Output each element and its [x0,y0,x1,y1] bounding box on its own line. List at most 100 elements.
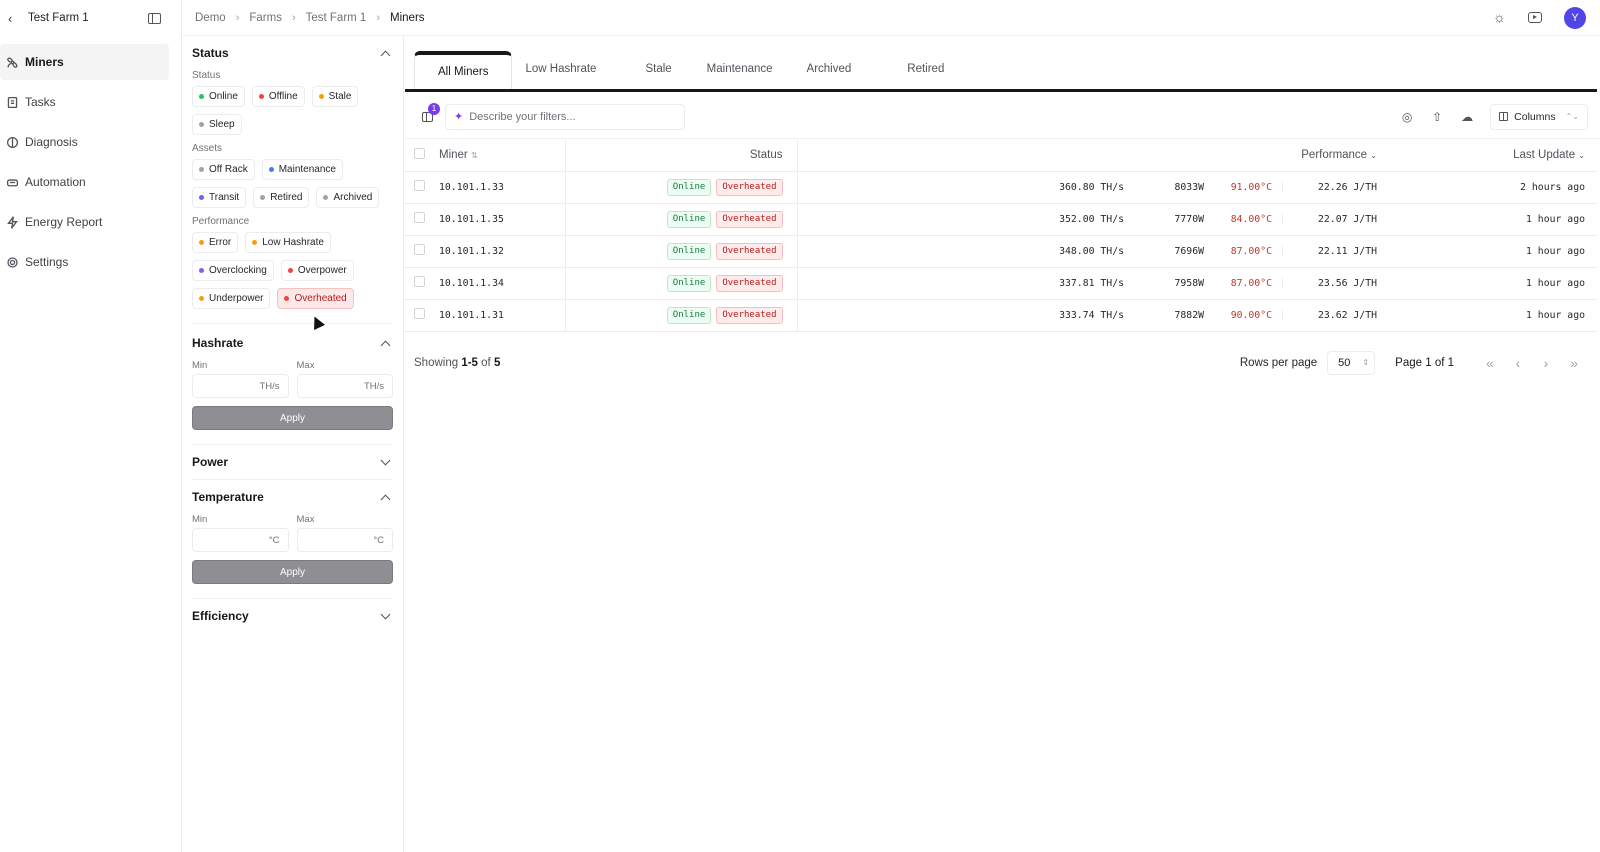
tab-low-hashrate[interactable]: Low Hashrate [512,49,609,89]
row-select-cell [405,235,437,268]
page-info: Page 1 of 1 [1395,356,1454,369]
miner-ip[interactable]: 10.101.1.35 [437,203,566,236]
performance-header[interactable]: Performance ⌄ [797,139,1389,172]
sidebar-toggle-icon[interactable] [148,12,161,24]
row-checkbox[interactable] [414,244,425,255]
tab-archived[interactable]: Archived [801,49,890,89]
table-row[interactable]: 10.101.1.34 Online Overheated 337.81 TH/s 79… [405,267,1597,300]
chip-archived[interactable]: Archived [316,187,380,208]
miner-ip[interactable]: 10.101.1.33 [437,171,566,204]
miner-ip[interactable]: 10.101.1.31 [437,299,566,332]
temperature-min-input[interactable]: °C [192,528,289,552]
temperature-filter-header[interactable]: Temperature [192,480,393,514]
tab-stale[interactable]: Stale [609,49,699,89]
row-checkbox[interactable] [414,180,425,191]
chip-stale[interactable]: Stale [311,86,359,107]
status-dot [199,240,204,245]
efficiency-filter-header[interactable]: Efficiency [192,599,393,633]
miner-ip[interactable]: 10.101.1.34 [437,267,566,300]
chevron-down-icon[interactable] [380,455,391,466]
chip-offline[interactable]: Offline [251,86,305,107]
chip-overheated[interactable]: Overheated [277,288,354,309]
chevron-left-icon[interactable]: ‹ [8,11,22,26]
chip-maintenance[interactable]: Maintenance [261,159,343,180]
chip-label: Overpower [297,265,347,276]
unit-label: TH/s [363,380,384,392]
row-checkbox[interactable] [414,276,425,287]
ai-filter-input[interactable]: ✦ Describe your filters... [445,103,685,130]
last-update-header[interactable]: Last Update ⌄ [1389,139,1597,172]
sun-icon[interactable]: ☼ [1493,10,1506,24]
hashrate-max-input[interactable]: TH/s [296,374,393,398]
chevron-down-icon[interactable] [380,609,391,620]
breadcrumb-item[interactable]: Test Farm 1 [306,12,367,24]
cloud-download-icon[interactable]: ☁ [1460,110,1474,124]
status-dot [199,296,204,301]
chip-transit[interactable]: Transit [192,187,247,208]
chevron-up-icon[interactable] [380,50,391,60]
table-row[interactable]: 10.101.1.32 Online Overheated 348.00 TH/s 76… [405,235,1597,268]
video-icon[interactable] [1528,12,1542,23]
chip-label: Stale [328,91,352,102]
sidebar-item-energy-report[interactable]: Energy Report [0,204,169,240]
status-badge: Online [666,210,712,228]
row-checkbox[interactable] [414,212,425,223]
sidebar-item-label: Settings [25,255,69,269]
chip-retired[interactable]: Retired [253,187,310,208]
miner-header[interactable]: Miner ⇅ [437,139,566,172]
chip-low-hashrate[interactable]: Low Hashrate [245,232,331,253]
sidebar-item-label: Diagnosis [25,135,78,149]
table-row[interactable]: 10.101.1.33 Online Overheated 360.80 TH/s 80… [405,171,1597,204]
efficiency-filter-section: Efficiency [192,599,393,633]
tab-all-miners[interactable]: All Miners [414,51,513,89]
chip-online[interactable]: Online [192,86,245,107]
tab-retired[interactable]: Retired [889,49,954,89]
table-row[interactable]: 10.101.1.31 Online Overheated 333.74 TH/s 78… [405,299,1597,332]
tab-bar: All Miners Low Hashrate Stale Maintenanc… [405,36,1597,92]
sidebar-item-diagnosis[interactable]: Diagnosis [0,124,169,160]
first-page-icon[interactable]: « [1476,355,1504,371]
table-row[interactable]: 10.101.1.35 Online Overheated 352.00 TH/s 77… [405,203,1597,236]
chevron-up-icon[interactable] [380,494,391,504]
breadcrumb-item[interactable]: Farms [249,12,282,24]
avatar[interactable]: Y [1564,6,1586,29]
chevron-up-icon[interactable] [380,340,391,350]
power-filter-header[interactable]: Power [192,445,393,479]
last-page-icon[interactable]: » [1560,355,1588,371]
tab-maintenance[interactable]: Maintenance [700,49,801,89]
chip-underpower[interactable]: Underpower [192,288,271,309]
chip-label: Offline [268,91,298,102]
row-checkbox[interactable] [414,308,425,319]
hashrate-min-input[interactable]: TH/s [192,374,289,398]
hashrate-range: Min TH/s Max TH/s [192,360,393,398]
performance-sub-label: Performance [192,216,250,227]
hashrate-apply-button[interactable]: Apply [192,406,393,430]
filter-panel-toggle[interactable]: 1 [413,102,441,131]
upload-icon[interactable]: ⇧ [1430,110,1444,124]
target-icon[interactable]: ◎ [1400,110,1414,124]
prev-page-icon[interactable]: ‹ [1504,355,1532,371]
sidebar-item-label: Tasks [25,95,56,109]
temperature-max-input[interactable]: °C [296,528,393,552]
hashrate-filter-header[interactable]: Hashrate [192,326,393,360]
select-all-checkbox[interactable] [414,147,425,159]
chip-error[interactable]: Error [192,232,239,253]
sidebar-item-miners[interactable]: Miners [0,44,169,80]
chip-overpower[interactable]: Overpower [280,260,354,281]
status-filter-header[interactable]: Status [192,36,393,70]
sidebar-item-automation[interactable]: Automation [0,164,169,200]
filter-panel: Status Status Online Offline Stale Sleep… [182,36,404,852]
miner-ip[interactable]: 10.101.1.32 [437,235,566,268]
chip-sleep[interactable]: Sleep [192,114,242,135]
status-dot [268,167,274,172]
sidebar-item-settings[interactable]: Settings [0,244,169,280]
temperature-apply-button[interactable]: Apply [192,560,393,584]
rows-per-page-select[interactable]: 50 ⇕ [1327,350,1376,375]
chip-off-rack[interactable]: Off Rack [192,159,255,180]
breadcrumb-item[interactable]: Demo [195,12,226,24]
performance-cell: 352.00 TH/s 7770W 84.00°C 22.07 J/TH [797,203,1389,236]
chip-overclocking[interactable]: Overclocking [192,260,274,281]
next-page-icon[interactable]: › [1532,355,1560,371]
columns-button[interactable]: Columns ⌃⌄ [1490,103,1588,130]
sidebar-item-tasks[interactable]: Tasks [0,84,169,120]
